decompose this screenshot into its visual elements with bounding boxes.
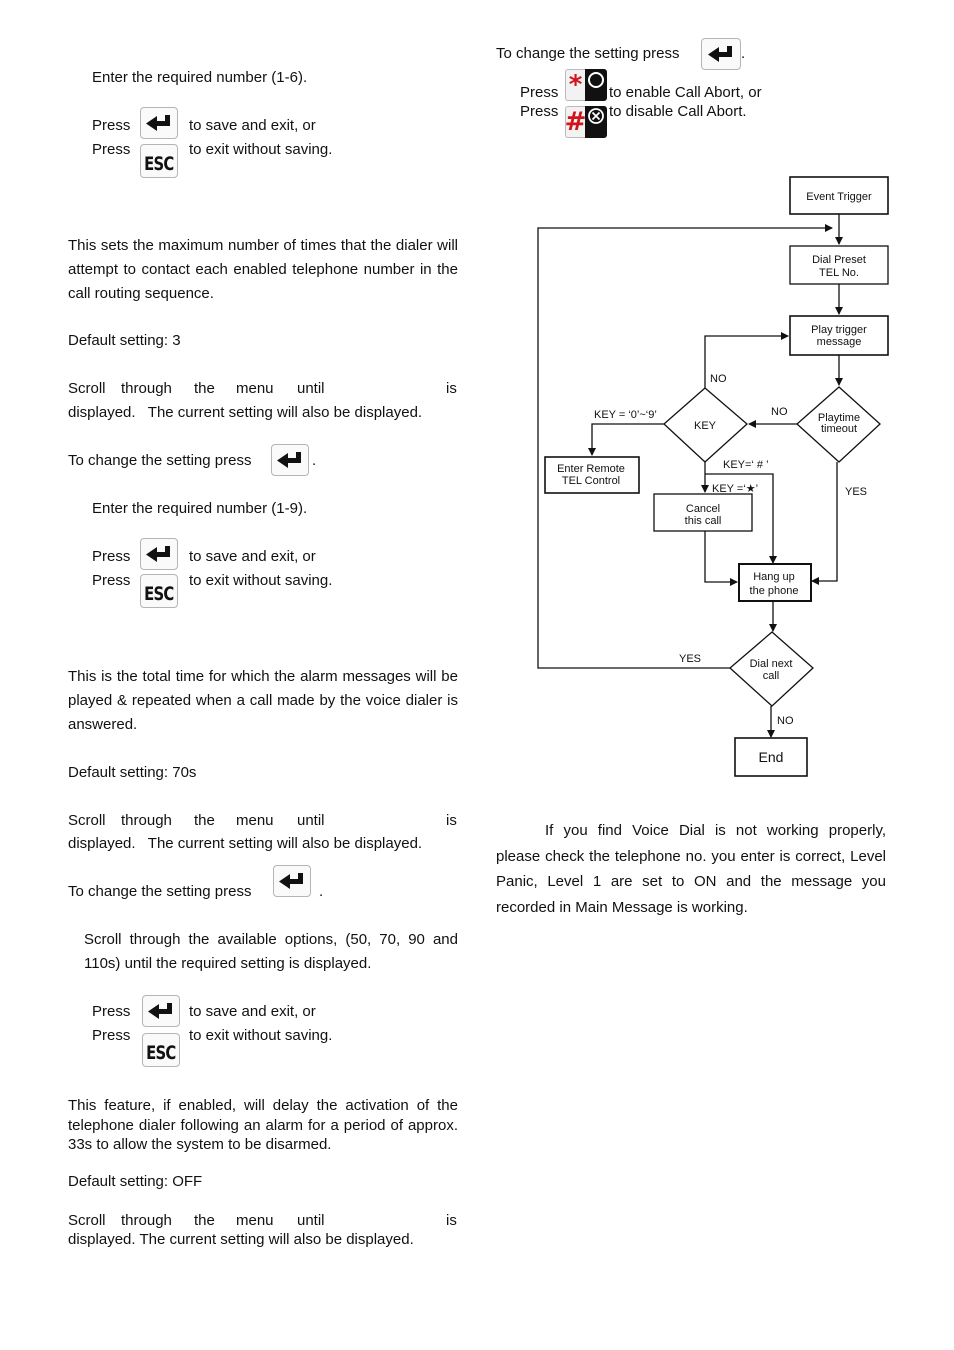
edge-timeout-yes-to-hangup [811, 462, 838, 585]
edge-label-no-dial-next: NO [777, 715, 794, 727]
label-play-trigger-2: message [817, 336, 862, 348]
edge-label-key-star: KEY =‘★’ [712, 483, 758, 495]
label-key: KEY [694, 420, 717, 432]
label-cancel-2: this call [685, 515, 722, 527]
label-event-trigger: Event Trigger [806, 191, 872, 203]
label-play-trigger-1: Play trigger [811, 324, 867, 336]
edge-cancel-to-hangup [704, 531, 738, 586]
edge-key-digits-to-remote [588, 423, 664, 456]
edge-label-key-digits: KEY = ‘0’~‘9’ [594, 409, 657, 421]
label-end: End [759, 749, 784, 765]
label-hang-up-2: the phone [750, 585, 799, 597]
label-cancel-1: Cancel [686, 503, 720, 515]
label-playtime-2: timeout [821, 423, 857, 435]
edge-label-key-hash: KEY=‘ # ’ [723, 459, 769, 471]
edge-label-yes-dial-next: YES [679, 653, 701, 665]
edge-label-no-timeout: NO [771, 406, 788, 418]
label-dial-next-2: call [763, 670, 780, 682]
label-enter-remote-1: Enter Remote [557, 463, 625, 475]
edge-label-yes-timeout: YES [845, 486, 867, 498]
troubleshooting-paragraph: If you find Voice Dial is not working pr… [496, 822, 886, 916]
label-hang-up-1: Hang up [753, 571, 795, 583]
label-dial-next-1: Dial next [750, 658, 793, 670]
edge-label-no-key: NO [710, 373, 727, 385]
label-dial-preset-1: Dial Preset [812, 254, 866, 266]
label-dial-preset-2: TEL No. [819, 267, 859, 279]
label-enter-remote-2: TEL Control [562, 475, 620, 487]
voice-dial-flowchart: Event Trigger Dial Preset TEL No. Play t… [537, 176, 889, 777]
